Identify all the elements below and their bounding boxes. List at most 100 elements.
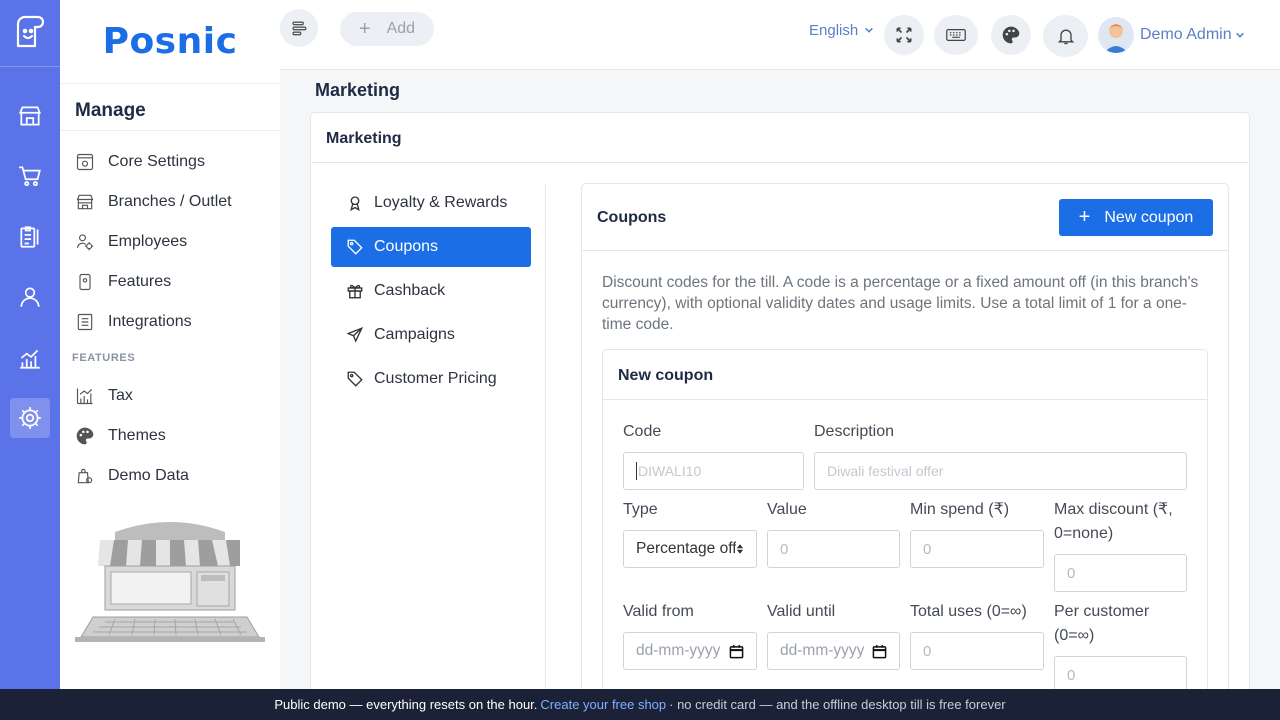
form-title: New coupon xyxy=(603,350,1207,400)
valid-until-input[interactable]: dd-mm-yyyy xyxy=(767,632,900,670)
coupons-description: Discount codes for the till. A code is a… xyxy=(602,274,1199,333)
new-coupon-button[interactable]: + New coupon xyxy=(1059,199,1213,236)
min-spend-input[interactable]: 0 xyxy=(910,530,1044,568)
per-customer-placeholder: 0 xyxy=(1067,666,1076,684)
page-title: Marketing xyxy=(315,80,401,100)
plus-icon: + xyxy=(1078,206,1091,228)
menu-item-customer-pricing[interactable]: Customer Pricing xyxy=(331,359,531,399)
menu-item-loyalty[interactable]: Loyalty & Rewards xyxy=(331,183,531,223)
keyboard-button[interactable] xyxy=(934,15,978,55)
type-value: Percentage off xyxy=(636,540,737,557)
rail-divider xyxy=(0,66,60,67)
menu-item-campaigns[interactable]: Campaigns xyxy=(331,315,531,355)
rail-cart-icon[interactable] xyxy=(10,156,50,196)
calendar-icon xyxy=(729,644,744,658)
menu-divider xyxy=(545,183,546,713)
sidebar-item-features[interactable]: Features xyxy=(75,264,171,300)
rail-analytics-icon[interactable] xyxy=(10,338,50,378)
icon-rail xyxy=(0,0,60,690)
chart-icon xyxy=(76,388,93,405)
menu-item-label: Campaigns xyxy=(374,326,455,343)
sidebar-section-label: FEATURES xyxy=(72,352,136,364)
valid-from-input[interactable]: dd-mm-yyyy xyxy=(623,632,757,670)
menu-item-coupons[interactable]: Coupons xyxy=(331,227,531,267)
notifications-button[interactable] xyxy=(1043,15,1088,57)
new-coupon-label: New coupon xyxy=(1104,208,1194,226)
sidebar-divider xyxy=(60,130,280,131)
sidebar-item-demo-data[interactable]: Demo Data xyxy=(75,458,189,494)
menu-item-label: Customer Pricing xyxy=(374,370,497,387)
sidebar-title: Manage xyxy=(75,100,146,121)
sidebar-item-label: Integrations xyxy=(108,313,192,330)
sidebar-item-label: Branches / Outlet xyxy=(108,193,232,210)
rail-store-icon[interactable] xyxy=(10,96,50,136)
top-bar: + Add English Demo Admin xyxy=(280,0,1280,70)
posnic-logo-icon[interactable] xyxy=(12,14,48,50)
coupons-title: Coupons xyxy=(597,209,667,226)
chevron-down-icon xyxy=(1235,32,1244,38)
shop-illustration xyxy=(75,512,265,647)
plus-icon: + xyxy=(358,17,371,40)
language-label: English xyxy=(809,22,859,39)
code-input[interactable]: DIWALI10 xyxy=(623,452,804,490)
fullscreen-icon xyxy=(896,27,912,43)
total-uses-input[interactable]: 0 xyxy=(910,632,1044,670)
valid-from-placeholder: dd-mm-yyyy xyxy=(636,642,721,659)
send-icon xyxy=(346,327,364,343)
type-select[interactable]: Percentage off xyxy=(623,530,757,568)
select-arrows-icon xyxy=(736,544,744,554)
description-placeholder: Diwali festival offer xyxy=(827,463,944,479)
sidebar-item-label: Features xyxy=(108,273,172,290)
create-shop-link[interactable]: Create your free shop xyxy=(540,697,666,712)
sidebar-item-label: Employees xyxy=(108,233,188,250)
sidebar-item-employees[interactable]: Employees xyxy=(75,224,187,260)
max-discount-placeholder: 0 xyxy=(1067,564,1076,582)
per-customer-label: Per customer (0=∞) xyxy=(1054,603,1150,644)
device-icon xyxy=(79,273,91,291)
coupons-header: Coupons + New coupon xyxy=(582,184,1228,251)
sidebar-item-label: Themes xyxy=(108,427,166,444)
sidebar-item-integrations[interactable]: Integrations xyxy=(75,304,192,340)
rail-clipboard-icon[interactable] xyxy=(10,217,50,257)
marketing-card: Marketing Loyalty & Rewards Coupons Cash… xyxy=(310,112,1250,714)
text-caret xyxy=(636,462,637,480)
list-doc-icon xyxy=(77,313,93,331)
value-placeholder: 0 xyxy=(780,540,789,558)
theme-button[interactable] xyxy=(991,15,1031,55)
user-name: Demo Admin xyxy=(1140,26,1232,43)
rail-settings-icon[interactable] xyxy=(10,398,50,438)
banner-tail: · no credit card — and the offline deskt… xyxy=(669,697,1006,712)
card-title: Marketing xyxy=(311,113,1249,163)
rail-user-icon[interactable] xyxy=(10,277,50,317)
palette-icon xyxy=(1002,26,1020,44)
min-spend-label: Min spend (₹) xyxy=(910,501,1010,518)
menu-item-label: Coupons xyxy=(374,238,439,255)
add-button-label: Add xyxy=(386,20,416,37)
sidebar-item-tax[interactable]: Tax xyxy=(75,378,133,414)
avatar xyxy=(1098,17,1134,53)
valid-until-label: Valid until xyxy=(767,603,836,620)
value-input[interactable]: 0 xyxy=(767,530,900,568)
bag-gear-icon xyxy=(77,468,93,484)
sidebar-item-core-settings[interactable]: Core Settings xyxy=(75,144,205,180)
gift-icon xyxy=(347,284,363,299)
award-icon xyxy=(350,196,360,212)
fullscreen-button[interactable] xyxy=(884,15,924,55)
min-spend-placeholder: 0 xyxy=(923,540,932,558)
sidebar-item-branches[interactable]: Branches / Outlet xyxy=(75,184,232,220)
sidebar-item-label: Demo Data xyxy=(108,467,189,484)
sidebar-item-themes[interactable]: Themes xyxy=(75,418,166,454)
menu-item-cashback[interactable]: Cashback xyxy=(331,271,531,311)
menu-toggle-button[interactable] xyxy=(280,9,318,47)
valid-from-label: Valid from xyxy=(623,603,694,620)
user-menu[interactable]: Demo Admin xyxy=(1098,16,1245,54)
valid-until-placeholder: dd-mm-yyyy xyxy=(780,642,865,659)
brand-wordmark[interactable]: Posnic xyxy=(60,0,280,84)
add-button[interactable]: + Add xyxy=(340,12,434,46)
language-selector[interactable]: English xyxy=(809,22,874,39)
palette-icon xyxy=(76,427,94,445)
max-discount-input[interactable]: 0 xyxy=(1054,554,1187,592)
demo-banner: Public demo — everything resets on the h… xyxy=(0,689,1280,720)
tag-icon xyxy=(347,371,363,387)
description-input[interactable]: Diwali festival offer xyxy=(814,452,1187,490)
